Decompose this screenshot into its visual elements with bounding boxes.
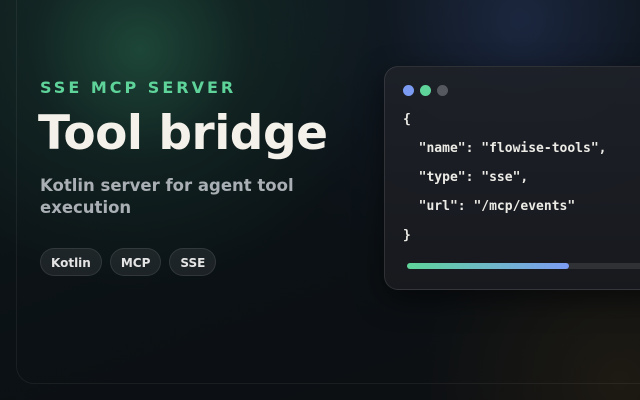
page-subtitle: Kotlin server for agent tool execution xyxy=(40,176,294,217)
eyebrow-label: SSE MCP SERVER xyxy=(40,78,237,97)
progress-bar xyxy=(407,263,640,269)
code-window: { "name": "flowise-tools", "type": "sse"… xyxy=(384,66,640,290)
tag-list: Kotlin MCP SSE xyxy=(40,248,217,276)
code-line-open-brace: { xyxy=(403,112,411,127)
window-controls xyxy=(403,85,448,96)
window-dot-gray-icon xyxy=(437,85,448,96)
hero-banner: SSE MCP SERVER Tool bridge Kotlin server… xyxy=(0,0,640,400)
progress-bar-fill xyxy=(407,263,569,269)
code-line-close-brace: } xyxy=(403,228,411,243)
window-dot-blue-icon xyxy=(403,85,414,96)
code-line-name: "name": "flowise-tools", xyxy=(403,141,607,156)
window-dot-green-icon xyxy=(420,85,431,96)
page-title: Tool bridge xyxy=(38,106,328,161)
tag-sse: SSE xyxy=(169,248,217,276)
tag-mcp: MCP xyxy=(109,248,162,276)
code-line-url: "url": "/mcp/events" xyxy=(403,199,576,214)
tag-kotlin: Kotlin xyxy=(40,248,102,276)
code-line-type: "type": "sse", xyxy=(403,170,529,185)
